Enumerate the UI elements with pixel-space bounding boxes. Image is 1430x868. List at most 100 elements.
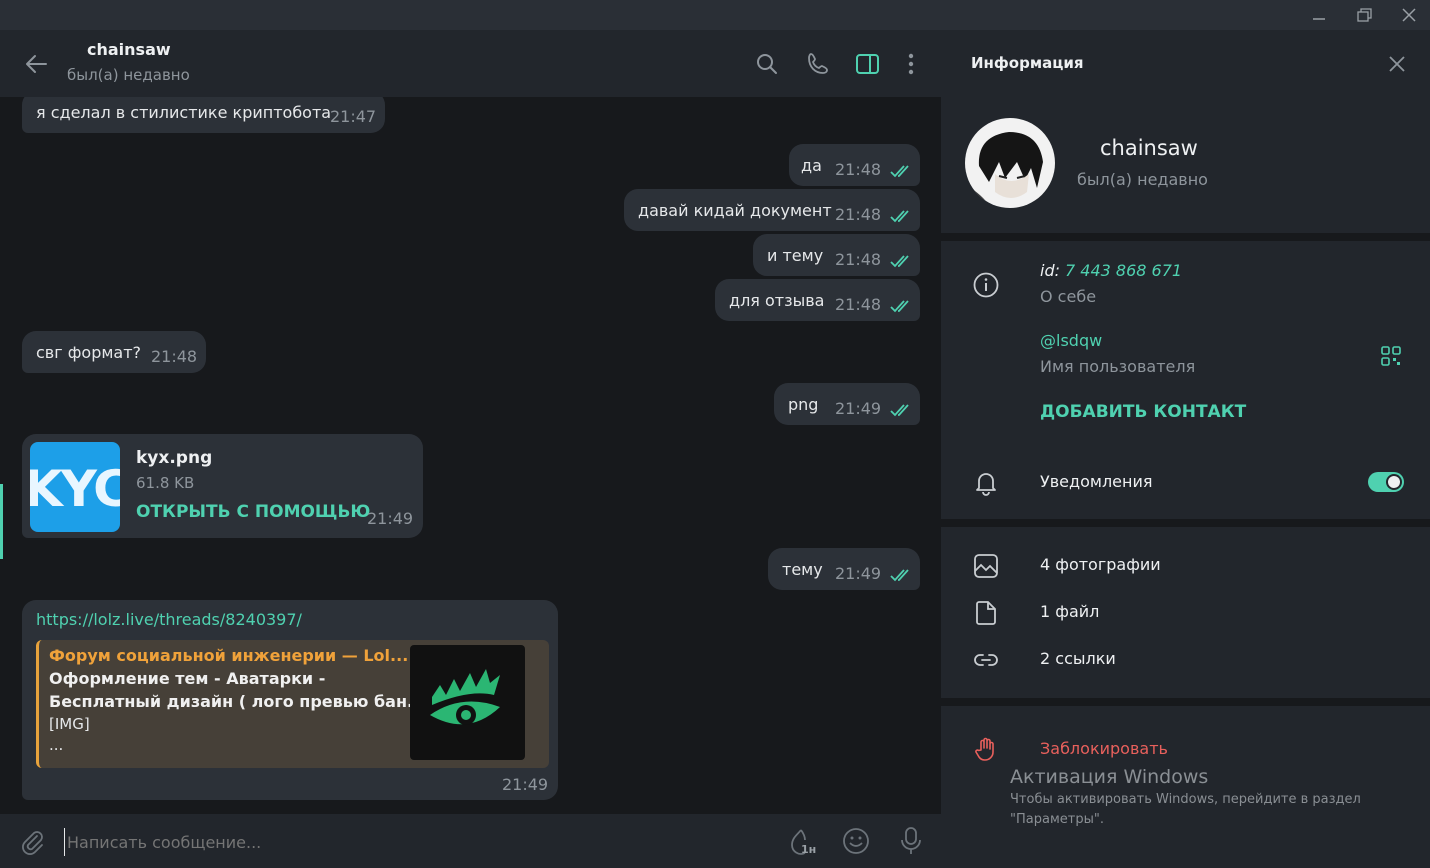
message-time: 21:49: [835, 399, 882, 418]
message-bubble[interactable]: тему 21:49: [768, 548, 920, 590]
message-time: 21:48: [835, 250, 882, 269]
activation-watermark-title: Активация Windows: [1010, 766, 1209, 788]
message-time: 21:47: [330, 107, 377, 126]
chat-status: был(а) недавно: [67, 66, 190, 84]
unread-marker: [0, 484, 3, 559]
message-time: 21:48: [151, 347, 198, 366]
message-composer: 1н: [0, 814, 941, 868]
link-preview-ellipsis: ...: [49, 736, 64, 754]
link-message[interactable]: https://lolz.live/threads/8240397/ Форум…: [22, 600, 558, 800]
back-arrow-icon[interactable]: [22, 50, 50, 78]
search-icon[interactable]: [754, 51, 780, 77]
file-icon: [973, 600, 999, 626]
message-text: для отзыва: [729, 291, 825, 310]
message-text: свг формат?: [36, 343, 142, 362]
section-divider: [941, 233, 1430, 241]
files-link[interactable]: 1 файл: [1040, 602, 1099, 621]
more-menu-icon[interactable]: [898, 51, 924, 77]
message-bubble[interactable]: и тему 21:48: [753, 234, 920, 276]
link-preview-image: [410, 645, 525, 760]
about-label: О себе: [1040, 287, 1097, 306]
message-bubble[interactable]: да 21:48: [789, 144, 920, 186]
message-time: 21:49: [367, 509, 414, 528]
link-preview-site: Форум социальной инженерии — Lol...: [49, 646, 409, 665]
bell-icon: [973, 470, 999, 496]
read-checks-icon: [890, 164, 912, 178]
read-checks-icon: [890, 209, 912, 223]
notifications-toggle[interactable]: [1368, 472, 1404, 492]
username-label: Имя пользователя: [1040, 357, 1196, 376]
message-input[interactable]: [64, 828, 759, 856]
link-preview-card[interactable]: Форум социальной инженерии — Lol... Офор…: [36, 640, 549, 768]
info-peer-name: chainsaw: [1100, 136, 1198, 160]
attach-icon[interactable]: [18, 828, 46, 856]
message-bubble[interactable]: я сделал в стилистике криптобота 21:47: [22, 97, 385, 133]
info-panel: Информация chainsaw был(а) недавно id: 7…: [941, 30, 1430, 868]
message-time: 21:48: [835, 205, 882, 224]
emoji-icon[interactable]: [842, 827, 870, 855]
message-bubble[interactable]: для отзыва 21:48: [715, 279, 920, 321]
message-time: 21:48: [835, 160, 882, 179]
block-hand-icon: [973, 736, 999, 762]
section-divider: [941, 519, 1430, 527]
links-link[interactable]: 2 ссылки: [1040, 649, 1116, 668]
sidebar-toggle-icon[interactable]: [855, 51, 881, 77]
file-name: kyx.png: [136, 448, 213, 468]
message-bubble[interactable]: давай кидай документ 21:48: [624, 189, 920, 231]
schedule-timer-icon[interactable]: 1н: [786, 826, 818, 858]
message-text: давай кидай документ: [638, 201, 832, 220]
notifications-label: Уведомления: [1040, 472, 1153, 491]
thumbnail-logo-text: KYC: [30, 460, 120, 518]
open-with-button[interactable]: ОТКРЫТЬ С ПОМОЩЬЮ: [136, 502, 370, 522]
close-window-icon[interactable]: [1398, 5, 1420, 25]
message-time: 21:49: [835, 564, 882, 583]
message-text: тему: [782, 560, 823, 579]
schedule-badge: 1н: [801, 843, 817, 856]
link-preview-description: [IMG]: [49, 715, 90, 733]
message-time: 21:49: [502, 775, 549, 794]
minimize-icon[interactable]: [1308, 5, 1330, 25]
message-time: 21:48: [835, 295, 882, 314]
info-peer-status: был(а) недавно: [1077, 170, 1208, 189]
activation-watermark-line1: Чтобы активировать Windows, перейдите в …: [1010, 792, 1361, 807]
user-id-value[interactable]: 7 443 868 671: [1065, 261, 1182, 280]
username-link[interactable]: @lsdqw: [1040, 331, 1102, 350]
window-titlebar: [0, 0, 1430, 30]
section-divider: [941, 698, 1430, 706]
file-size: 61.8 KB: [136, 474, 195, 492]
photos-link[interactable]: 4 фотографии: [1040, 555, 1161, 574]
activation-watermark-line2: "Параметры".: [1010, 812, 1104, 827]
message-text: я сделал в стилистике криптобота: [36, 103, 332, 122]
message-text: и тему: [767, 246, 824, 265]
phone-icon[interactable]: [805, 51, 831, 77]
chat-title[interactable]: chainsaw: [87, 40, 171, 59]
eye-logo-icon: [430, 669, 500, 725]
file-thumbnail[interactable]: KYC: [30, 442, 120, 532]
link-preview-title-cont: Бесплатный дизайн ( лого превью бан...: [49, 692, 426, 711]
file-message[interactable]: KYC kyx.png 61.8 KB ОТКРЫТЬ С ПОМОЩЬЮ 21…: [22, 434, 423, 538]
message-text: да: [801, 156, 822, 175]
message-bubble[interactable]: png 21:49: [774, 383, 920, 425]
read-checks-icon: [890, 299, 912, 313]
block-button[interactable]: Заблокировать: [1040, 739, 1168, 758]
restore-icon[interactable]: [1353, 5, 1375, 25]
link-preview-title: Оформление тем - Аватарки -: [49, 669, 326, 688]
microphone-icon[interactable]: [897, 826, 925, 856]
message-list[interactable]: я сделал в стилистике криптобота 21:47 д…: [0, 97, 941, 814]
user-id-label: id:: [1040, 261, 1060, 280]
close-info-icon[interactable]: [1387, 54, 1407, 74]
link-icon: [973, 647, 999, 673]
message-text: png: [788, 395, 819, 414]
add-contact-button[interactable]: ДОБАВИТЬ КОНТАКТ: [1040, 402, 1246, 422]
info-icon: [973, 272, 999, 298]
qr-code-icon[interactable]: [1381, 346, 1401, 366]
read-checks-icon: [890, 403, 912, 417]
avatar[interactable]: [965, 118, 1055, 208]
read-checks-icon: [890, 254, 912, 268]
photo-icon: [973, 553, 999, 579]
message-link[interactable]: https://lolz.live/threads/8240397/: [36, 610, 302, 629]
read-checks-icon: [890, 568, 912, 582]
message-bubble[interactable]: свг формат? 21:48: [22, 331, 206, 373]
chat-header: chainsaw был(а) недавно: [0, 30, 941, 97]
info-panel-title: Информация: [971, 54, 1084, 72]
